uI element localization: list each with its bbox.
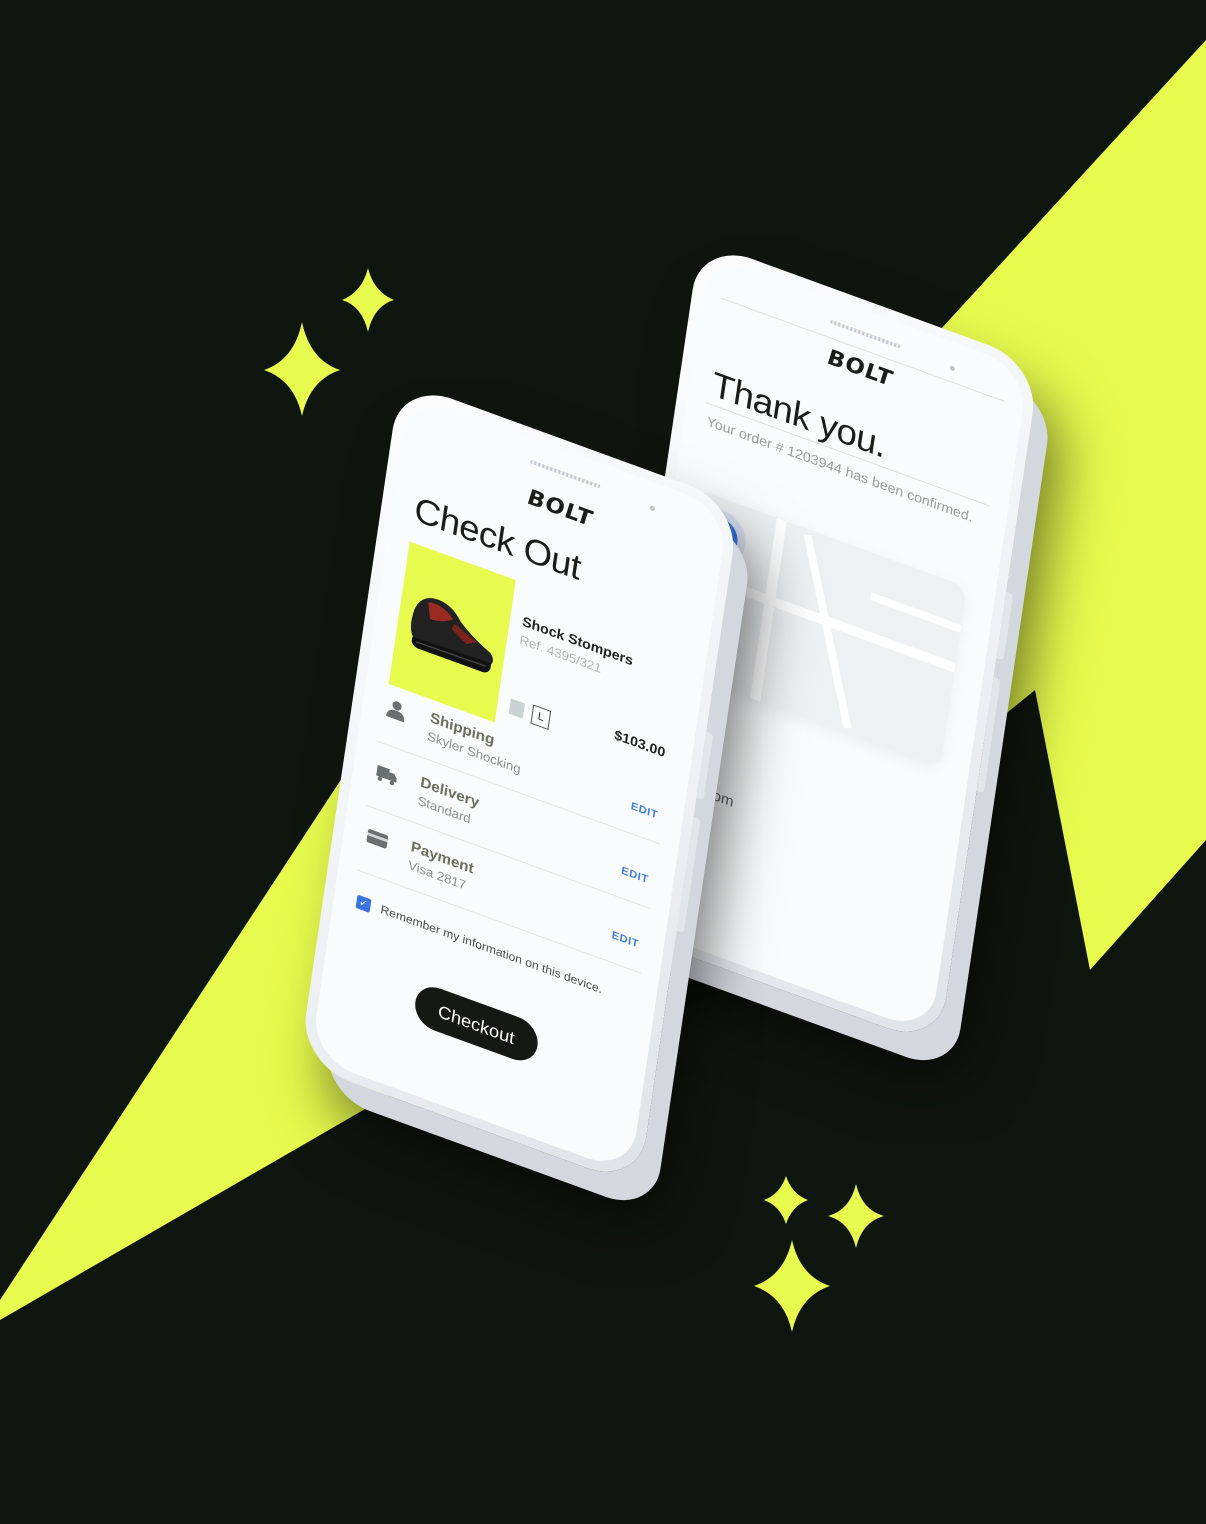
front-camera — [949, 365, 956, 372]
person-icon — [386, 701, 405, 723]
speaker-grille — [529, 459, 601, 489]
sparkle-icon — [764, 1176, 808, 1224]
front-camera — [649, 505, 656, 512]
checkout-button[interactable]: Checkout — [412, 980, 541, 1067]
card-icon — [366, 829, 389, 849]
remember-checkbox[interactable]: ✓ — [355, 894, 372, 913]
color-swatch[interactable] — [508, 698, 525, 719]
product-price: $103.00 — [613, 726, 667, 761]
edit-delivery-button[interactable]: EDIT — [620, 865, 649, 886]
sparkle-icon — [828, 1184, 884, 1248]
edit-shipping-button[interactable]: EDIT — [630, 800, 659, 821]
map-road — [870, 592, 962, 633]
size-chip[interactable]: L — [530, 704, 552, 731]
sparkle-icon — [264, 322, 340, 416]
sparkle-icon — [342, 268, 394, 332]
speaker-grille — [829, 319, 901, 349]
sparkle-icon — [754, 1240, 830, 1332]
edit-payment-button[interactable]: EDIT — [611, 929, 640, 950]
truck-icon — [376, 764, 397, 786]
sneaker-icon — [410, 598, 493, 673]
